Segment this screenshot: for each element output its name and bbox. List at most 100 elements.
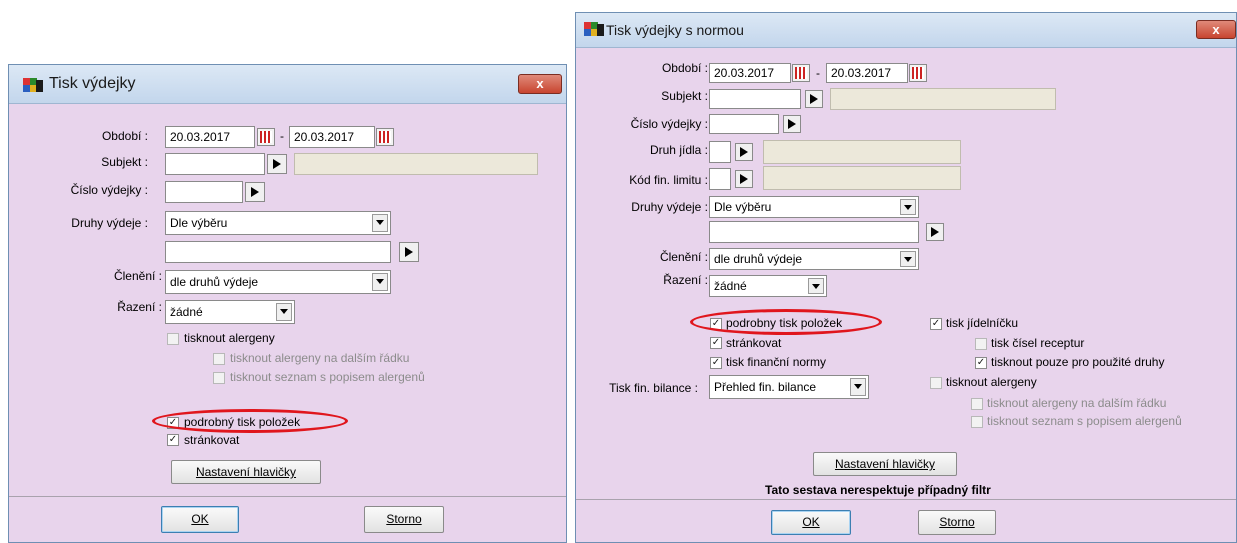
razeni-value: žádné bbox=[170, 305, 203, 319]
date-to-input[interactable]: 20.03.2017 bbox=[289, 126, 375, 148]
obdobi-label: Období : bbox=[101, 129, 148, 143]
razeni-select[interactable]: žádné bbox=[709, 275, 827, 297]
date-from-input[interactable]: 20.03.2017 bbox=[165, 126, 255, 148]
alergeny-seznam-checkbox[interactable] bbox=[213, 372, 225, 384]
druh-jidla-input[interactable] bbox=[709, 141, 731, 163]
cislo-input[interactable] bbox=[165, 181, 243, 203]
druhy-detail-input[interactable] bbox=[709, 221, 919, 243]
subjekt-name-field bbox=[294, 153, 538, 175]
filter-note: Tato sestava nerespektuje případný filtr bbox=[765, 483, 991, 497]
kod-name-field bbox=[763, 166, 961, 190]
pouze-pouzite-label: tisknout pouze pro použité druhy bbox=[991, 355, 1165, 369]
alergeny-radek-label: tisknout alergeny na dalším řádku bbox=[230, 351, 410, 365]
cleneni-value: dle druhů výdeje bbox=[714, 252, 803, 266]
close-button[interactable]: x bbox=[518, 74, 562, 94]
highlight-ellipse bbox=[152, 409, 348, 433]
tisk-jidelnicku-checkbox[interactable]: ✓ bbox=[930, 318, 942, 330]
separator bbox=[9, 496, 566, 497]
strankovat-label: stránkovat bbox=[726, 336, 782, 350]
druh-jidla-name-field bbox=[763, 140, 961, 164]
cleneni-value: dle druhů výdeje bbox=[170, 275, 259, 289]
tisk-jidelnicku-label: tisk jídelníčku bbox=[946, 316, 1019, 330]
druhy-select[interactable]: Dle výběru bbox=[709, 196, 919, 218]
date-from-input[interactable]: 20.03.2017 bbox=[709, 63, 791, 83]
druhy-label: Druhy výdeje : bbox=[71, 216, 148, 230]
kod-input[interactable] bbox=[709, 168, 731, 190]
razeni-select[interactable]: žádné bbox=[165, 300, 295, 324]
subjekt-input[interactable] bbox=[709, 89, 801, 109]
tisk-fin-normy-label: tisk finanční normy bbox=[726, 355, 827, 369]
date-separator: - bbox=[280, 129, 284, 143]
cislo-select-button[interactable] bbox=[245, 182, 265, 202]
druhy-select[interactable]: Dle výběru bbox=[165, 211, 391, 235]
cleneni-label: Členění : bbox=[113, 269, 162, 283]
calendar-icon[interactable] bbox=[792, 64, 810, 82]
separator bbox=[576, 499, 1236, 500]
nastaveni-hlavicky-button[interactable]: Nastavení hlavičky bbox=[813, 452, 957, 476]
calendar-icon[interactable] bbox=[257, 128, 275, 146]
bilance-value: Přehled fin. bilance bbox=[714, 380, 817, 394]
bilance-select[interactable]: Přehled fin. bilance bbox=[709, 375, 869, 399]
strankovat-checkbox[interactable]: ✓ bbox=[167, 434, 179, 446]
alergeny-seznam-checkbox[interactable] bbox=[971, 416, 983, 428]
cislo-select-button[interactable] bbox=[783, 115, 801, 133]
close-button[interactable]: x bbox=[1196, 20, 1236, 39]
tisk-alergeny-label: tisknout alergeny bbox=[946, 375, 1037, 389]
druhy-value: Dle výběru bbox=[714, 200, 772, 214]
dialog-tisk-vydejky-s-normou: Tisk výdejky s normou x Období : 20.03.2… bbox=[575, 12, 1237, 543]
cleneni-label: Členění : bbox=[659, 250, 708, 264]
subjekt-label: Subjekt : bbox=[101, 155, 148, 169]
chevron-down-icon[interactable] bbox=[276, 303, 292, 321]
razeni-label: Řazení : bbox=[663, 273, 708, 287]
chevron-down-icon[interactable] bbox=[808, 278, 824, 294]
druhy-label: Druhy výdeje : bbox=[631, 200, 708, 214]
alergeny-radek-checkbox[interactable] bbox=[213, 353, 225, 365]
tisk-alergeny-checkbox[interactable] bbox=[167, 333, 179, 345]
cleneni-select[interactable]: dle druhů výdeje bbox=[165, 270, 391, 294]
druhy-select-button[interactable] bbox=[399, 242, 419, 262]
highlight-ellipse bbox=[690, 309, 882, 335]
obdobi-label: Období : bbox=[661, 61, 708, 75]
strankovat-checkbox[interactable]: ✓ bbox=[710, 337, 722, 349]
storno-button[interactable]: Storno bbox=[364, 506, 444, 533]
druh-jidla-select-button[interactable] bbox=[735, 143, 753, 161]
chevron-down-icon[interactable] bbox=[900, 199, 916, 215]
druhy-detail-input[interactable] bbox=[165, 241, 391, 263]
calendar-icon[interactable] bbox=[376, 128, 394, 146]
subjekt-input[interactable] bbox=[165, 153, 265, 175]
subjekt-select-button[interactable] bbox=[805, 90, 823, 108]
cislo-label: Číslo výdejky : bbox=[70, 183, 148, 197]
razeni-value: žádné bbox=[714, 279, 747, 293]
tisk-cisel-label: tisk čísel receptur bbox=[991, 336, 1085, 350]
cislo-input[interactable] bbox=[709, 114, 779, 134]
tisk-fin-normy-checkbox[interactable]: ✓ bbox=[710, 357, 722, 369]
chevron-down-icon[interactable] bbox=[372, 273, 388, 291]
subjekt-name-field bbox=[830, 88, 1056, 110]
storno-button[interactable]: Storno bbox=[918, 510, 996, 535]
chevron-down-icon[interactable] bbox=[900, 251, 916, 267]
nastaveni-hlavicky-button[interactable]: Nastavení hlavičky bbox=[171, 460, 321, 484]
dialog-title: Tisk výdejky s normou bbox=[606, 22, 744, 38]
chevron-down-icon[interactable] bbox=[850, 378, 866, 396]
bilance-label: Tisk fin. bilance : bbox=[609, 381, 698, 395]
kod-select-button[interactable] bbox=[735, 170, 753, 188]
druhy-value: Dle výběru bbox=[170, 216, 228, 230]
tisk-alergeny-checkbox[interactable] bbox=[930, 377, 942, 389]
app-icon bbox=[23, 78, 43, 94]
alergeny-seznam-label: tisknout seznam s popisem alergenů bbox=[230, 370, 425, 384]
cleneni-select[interactable]: dle druhů výdeje bbox=[709, 248, 919, 270]
druhy-select-button[interactable] bbox=[926, 223, 944, 241]
subjekt-select-button[interactable] bbox=[267, 154, 287, 174]
ok-button[interactable]: OK bbox=[161, 506, 239, 533]
date-separator: - bbox=[816, 66, 820, 80]
subjekt-label: Subjekt : bbox=[661, 89, 708, 103]
calendar-icon[interactable] bbox=[909, 64, 927, 82]
alergeny-seznam-label: tisknout seznam s popisem alergenů bbox=[987, 414, 1182, 428]
alergeny-radek-checkbox[interactable] bbox=[971, 398, 983, 410]
title-bar: Tisk výdejky x bbox=[9, 65, 566, 104]
chevron-down-icon[interactable] bbox=[372, 214, 388, 232]
date-to-input[interactable]: 20.03.2017 bbox=[826, 63, 908, 83]
pouze-pouzite-checkbox[interactable]: ✓ bbox=[975, 357, 987, 369]
ok-button[interactable]: OK bbox=[771, 510, 851, 535]
tisk-cisel-checkbox[interactable] bbox=[975, 338, 987, 350]
